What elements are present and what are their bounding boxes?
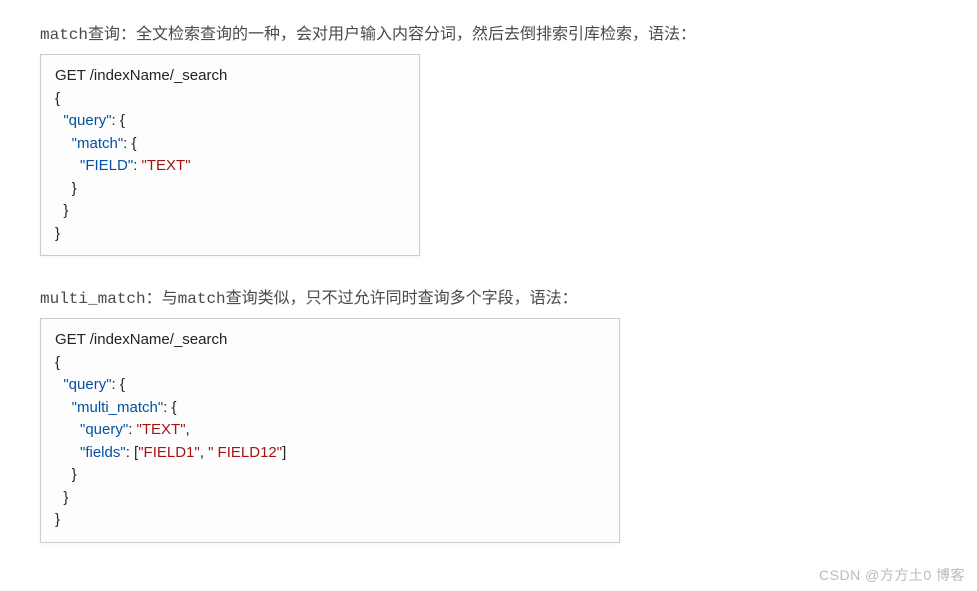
multimatch-code-block: GET /indexName/_search { "query": { "mul… xyxy=(40,318,620,543)
match-keyword: match xyxy=(40,26,88,44)
watermark-text: CSDN @方方土0 博客 xyxy=(819,565,965,585)
code-line: } xyxy=(55,225,60,242)
multimatch-keyword: multi_match xyxy=(40,290,146,308)
code-line: "multi_match": { xyxy=(55,399,177,416)
code-line: } xyxy=(55,511,60,528)
code-line: "FIELD": "TEXT" xyxy=(55,157,191,174)
multimatch-description: multi_match：与match查询类似，只不过允许同时查询多个字段，语法： xyxy=(40,284,937,308)
code-line: { xyxy=(55,90,60,107)
code-line: "match": { xyxy=(55,135,137,152)
multimatch-mid1: ：与 xyxy=(146,290,178,307)
code-line: "query": { xyxy=(55,376,125,393)
code-line: "fields": ["FIELD1", " FIELD12"] xyxy=(55,444,286,461)
code-line: } xyxy=(55,180,77,197)
match-code-block: GET /indexName/_search { "query": { "mat… xyxy=(40,54,420,256)
code-line: } xyxy=(55,466,77,483)
match-desc-text: 查询：全文检索查询的一种，会对用户输入内容分词，然后去倒排索引库检索，语法： xyxy=(88,26,696,43)
code-line: } xyxy=(55,489,68,506)
multimatch-desc-text: 查询类似，只不过允许同时查询多个字段，语法： xyxy=(226,290,578,307)
code-line: { xyxy=(55,354,60,371)
code-line: "query": { xyxy=(55,112,125,129)
code-line: "query": "TEXT", xyxy=(55,421,190,438)
code-line: } xyxy=(55,202,68,219)
match-description: match查询：全文检索查询的一种，会对用户输入内容分词，然后去倒排索引库检索，… xyxy=(40,20,937,44)
multimatch-match-ref: match xyxy=(178,290,226,308)
code-line: GET /indexName/_search xyxy=(55,331,227,348)
code-line: GET /indexName/_search xyxy=(55,67,227,84)
